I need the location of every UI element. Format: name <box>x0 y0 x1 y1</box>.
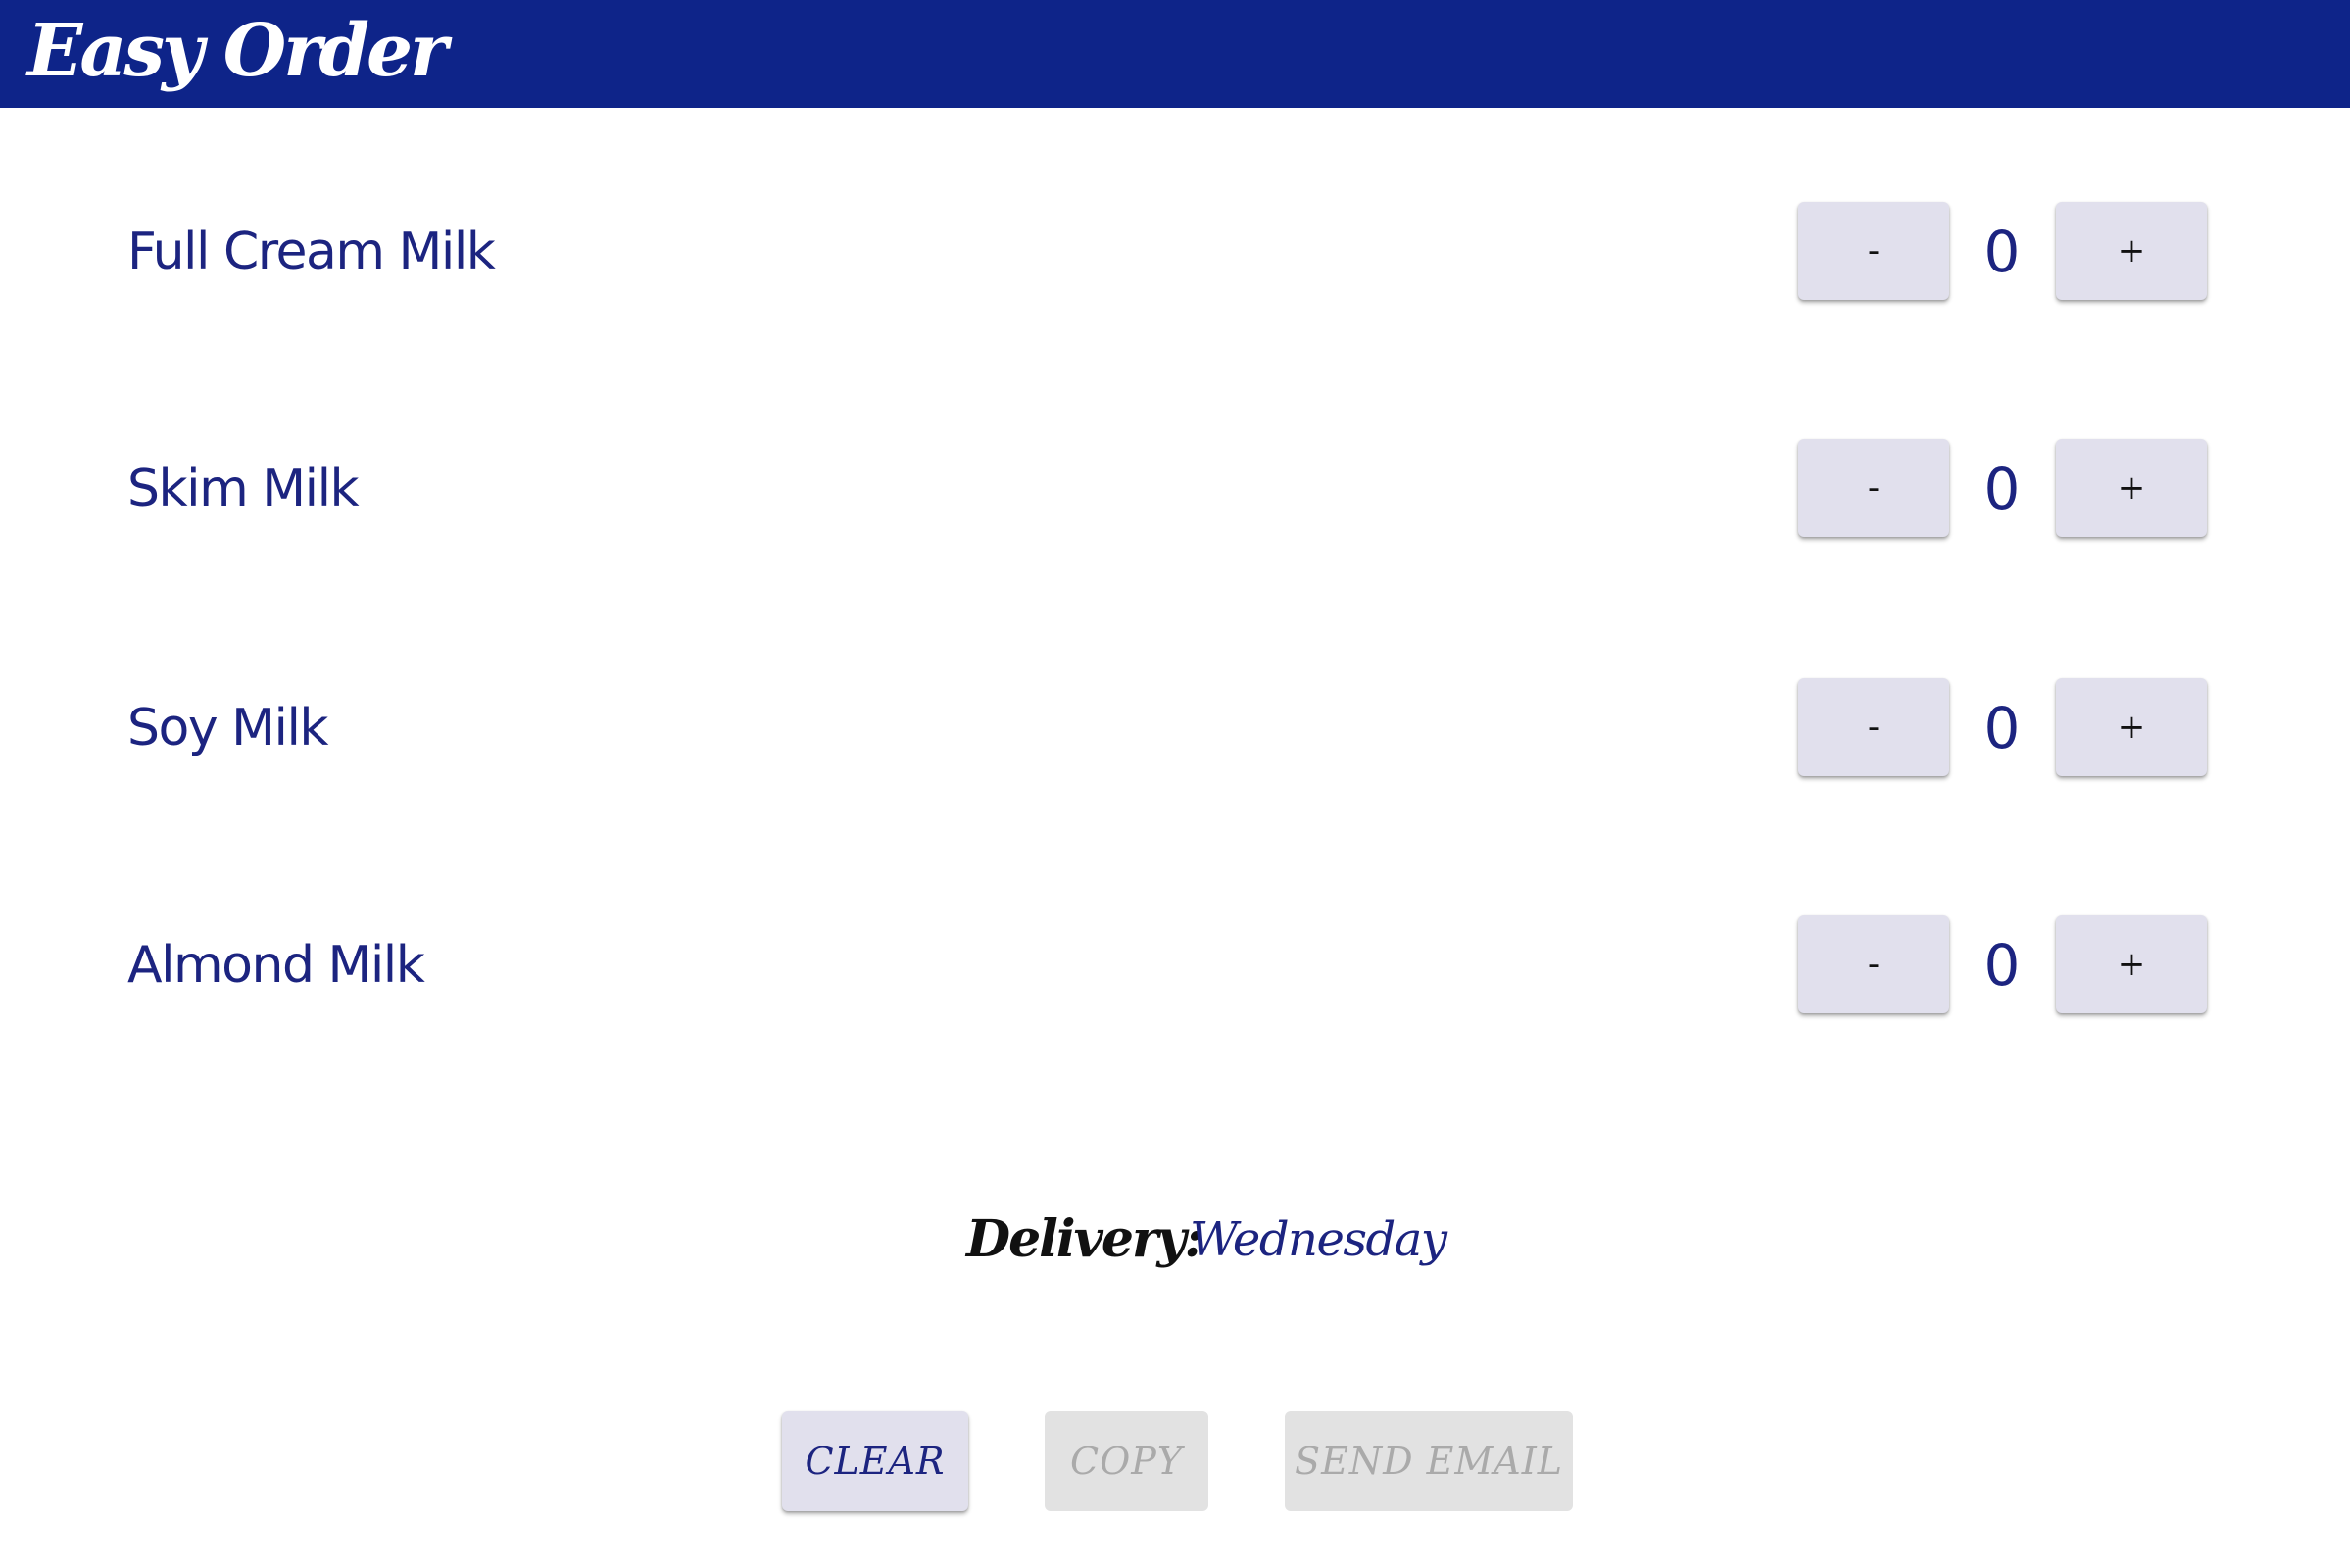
quantity-value: 0 <box>1984 219 2021 285</box>
quantity-value: 0 <box>1984 695 2021 761</box>
delivery-info: Delivery: Wednesday <box>0 1196 2352 1284</box>
quantity-value: 0 <box>1984 456 2021 522</box>
send-email-button[interactable]: SEND EMAIL <box>1285 1411 1573 1511</box>
delivery-day: Wednesday <box>1190 1212 1447 1267</box>
app-title: Easy Order <box>27 9 448 93</box>
decrease-quantity-button[interactable]: - <box>1798 202 1949 300</box>
easy-order-app: Easy Order Full Cream Milk - 0 + Skim Mi… <box>0 0 2352 1568</box>
product-row-almond-milk: Almond Milk - 0 + <box>0 911 2352 1019</box>
product-name: Soy Milk <box>127 699 329 758</box>
product-row-soy-milk: Soy Milk - 0 + <box>0 674 2352 782</box>
increase-quantity-button[interactable]: + <box>2056 915 2207 1013</box>
product-name: Full Cream Milk <box>127 222 496 281</box>
quantity-value: 0 <box>1984 932 2021 999</box>
app-header: Easy Order <box>0 0 2350 108</box>
decrease-quantity-button[interactable]: - <box>1798 678 1949 776</box>
decrease-quantity-button[interactable]: - <box>1798 915 1949 1013</box>
increase-quantity-button[interactable]: + <box>2056 202 2207 300</box>
clear-button[interactable]: CLEAR <box>782 1411 968 1511</box>
increase-quantity-button[interactable]: + <box>2056 678 2207 776</box>
increase-quantity-button[interactable]: + <box>2056 439 2207 537</box>
copy-button[interactable]: COPY <box>1045 1411 1208 1511</box>
product-name: Skim Milk <box>127 460 360 518</box>
product-name: Almond Milk <box>127 936 425 995</box>
delivery-label: Delivery: <box>966 1209 1203 1269</box>
decrease-quantity-button[interactable]: - <box>1798 439 1949 537</box>
product-row-skim-milk: Skim Milk - 0 + <box>0 435 2352 543</box>
product-row-full-cream-milk: Full Cream Milk - 0 + <box>0 198 2352 306</box>
